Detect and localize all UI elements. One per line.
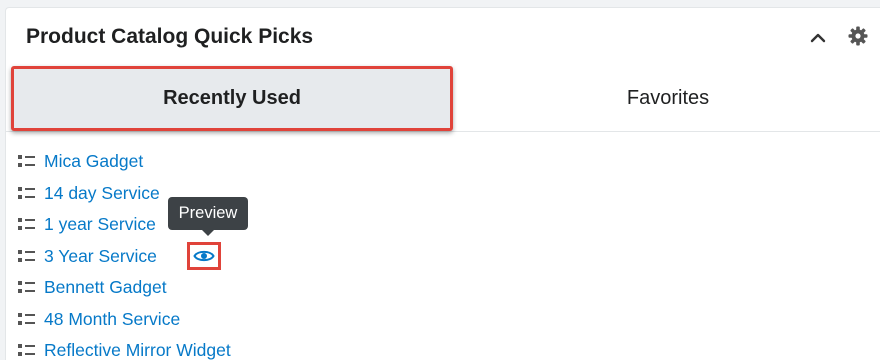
list-icon[interactable] [18,154,35,168]
page: Product Catalog Quick Picks Recently Use… [0,0,880,360]
list-item: 1 year Service [6,209,880,241]
list-item: 48 Month Service [6,304,880,336]
item-link[interactable]: 3 Year Service [44,246,157,267]
tooltip-text: Preview [178,204,238,222]
item-link[interactable]: Mica Gadget [44,151,143,172]
preview-button[interactable] [187,241,221,270]
tab-favorites[interactable]: Favorites [453,66,880,131]
list-icon[interactable] [18,343,35,357]
tooltip-arrow [202,230,214,236]
list-item: Reflective Mirror Widget [6,335,880,360]
settings-button[interactable] [846,24,870,48]
item-link[interactable]: 48 Month Service [44,309,180,330]
collapse-button[interactable] [806,26,830,50]
item-link[interactable]: 1 year Service [44,214,156,235]
list-icon[interactable] [18,312,35,326]
list-icon[interactable] [18,186,35,200]
preview-tooltip: Preview [168,197,248,236]
gear-icon [848,26,868,46]
eye-icon [193,250,215,261]
list-item: 3 Year Service [6,241,880,273]
chevron-up-icon [810,33,826,43]
item-link[interactable]: 14 day Service [44,183,160,204]
list-icon[interactable] [18,249,35,263]
item-link[interactable]: Bennett Gadget [44,277,167,298]
tab-bar: Recently Used Favorites [6,66,880,132]
tab-recently-used[interactable]: Recently Used [11,66,453,131]
list-item: Mica Gadget [6,146,880,178]
list-icon[interactable] [18,280,35,294]
list-item: 14 day Service [6,178,880,210]
product-catalog-quick-picks-dashlet: Product Catalog Quick Picks Recently Use… [5,7,880,360]
dashlet-header: Product Catalog Quick Picks [6,8,880,64]
dashlet-title: Product Catalog Quick Picks [26,25,314,48]
list-item: Bennett Gadget [6,272,880,304]
recently-used-list: Mica Gadget 14 day Service 1 year Servic… [6,146,880,360]
item-link[interactable]: Reflective Mirror Widget [44,340,231,360]
list-icon[interactable] [18,217,35,231]
